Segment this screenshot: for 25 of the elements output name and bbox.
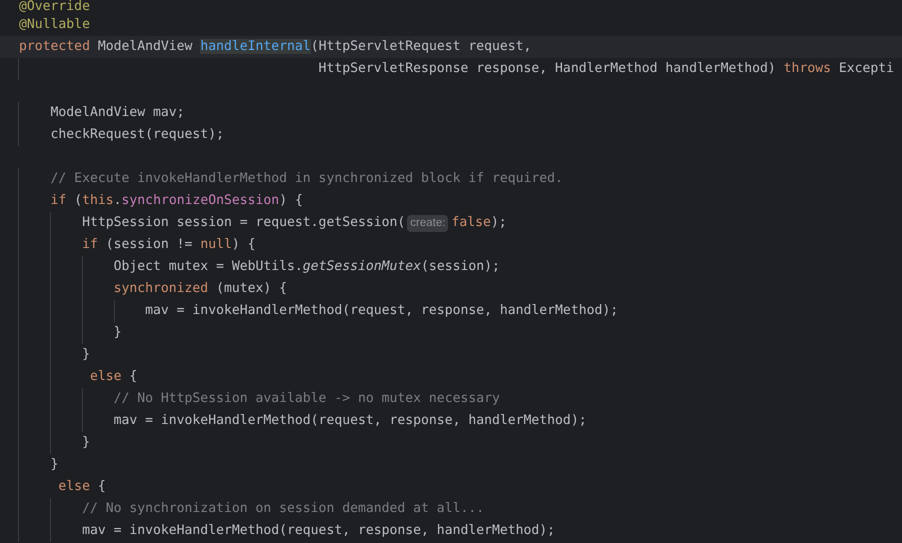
code-text: protected ModelAndView handleInternal(HttpServletRequest request, <box>19 38 532 56</box>
code-text: false); <box>451 214 507 232</box>
code-text: // Execute invokeHandlerMethod in synchronized block if required. <box>50 170 563 188</box>
code-text: ModelAndView mav; <box>50 104 185 122</box>
code-text: @Nullable <box>19 16 90 34</box>
code-text: // No HttpSession available -> no mutex necessary <box>112 390 500 408</box>
code-text: Object mutex = WebUtils.getSessionMutex(session); <box>112 258 500 276</box>
code-text: mav = invokeHandlerMethod(request, response, handlerMethod); <box>144 302 618 320</box>
code-text: else { <box>57 478 106 496</box>
code-text: if (this.synchronizeOnSession) { <box>50 192 303 210</box>
code-text: } <box>81 346 90 364</box>
code-text: HttpSession session = request.getSession( <box>81 214 406 232</box>
code-text: if (session != null) { <box>81 236 256 254</box>
parameter-hint: create: <box>407 214 448 232</box>
code-text: mav = invokeHandlerMethod(request, response, handlerMethod); <box>112 412 587 430</box>
code-text: synchronized (mutex) { <box>112 280 288 298</box>
code-text: // No synchronization on session demanded at all... <box>81 500 484 518</box>
code-text: } <box>81 434 90 452</box>
code-text: } <box>112 324 122 342</box>
code-text: HttpServletResponse response, HandlerMethod handlerMethod) throws Excepti <box>318 60 894 78</box>
code-text: checkRequest(request); <box>50 126 224 144</box>
code-text: mav = invokeHandlerMethod(request, response, handlerMethod); <box>81 522 556 540</box>
code-text: @Override <box>19 0 90 14</box>
code-text: else { <box>88 368 138 386</box>
code-text: } <box>50 456 58 474</box>
